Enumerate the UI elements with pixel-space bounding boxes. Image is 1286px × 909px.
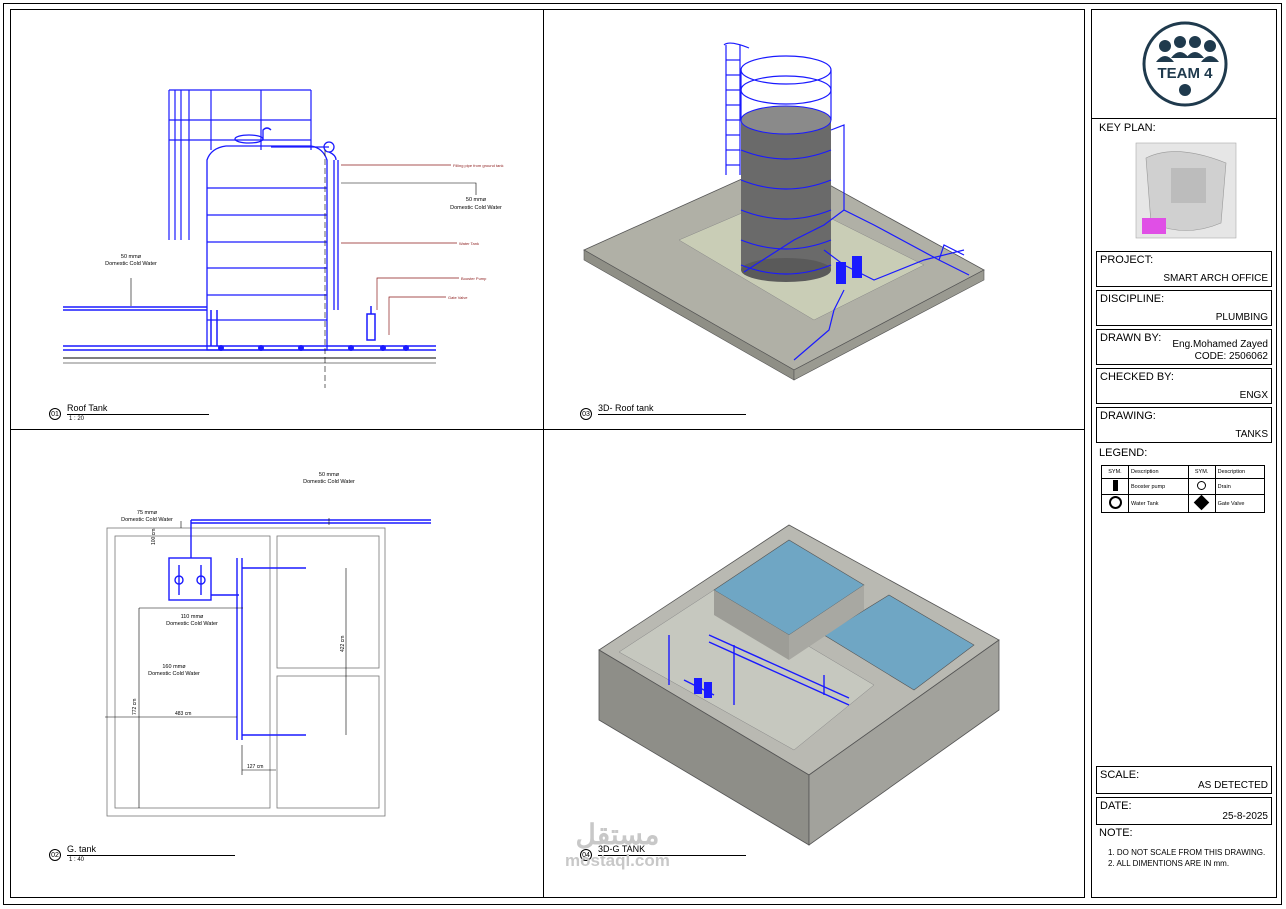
legend-header-sym: SYM. bbox=[1187, 465, 1216, 479]
project-box: PROJECT: SMART ARCH OFFICE bbox=[1096, 251, 1272, 287]
checked-by-box: CHECKED BY: ENGX bbox=[1096, 368, 1272, 404]
view-number-01: 01 bbox=[49, 408, 61, 420]
gt-dim-127: 127 cm bbox=[247, 764, 263, 770]
key-plan-box: KEY PLAN: bbox=[1096, 120, 1272, 248]
watermark-latin: mostaql.com bbox=[565, 851, 670, 870]
booster-pump-icon bbox=[1112, 480, 1118, 491]
gt-label-160mm-dcw: Domestic Cold Water bbox=[148, 671, 200, 677]
drawn-by-box: DRAWN BY: Eng.Mohamed Zayed CODE: 250606… bbox=[1096, 329, 1272, 365]
view-title-underline bbox=[67, 855, 235, 856]
gt-dim-100: 100 cm bbox=[151, 529, 157, 545]
date-label: DATE: bbox=[1100, 800, 1132, 812]
viewport-g-tank[interactable]: 50 mmø Domestic Cold Water 75 mmø Domest… bbox=[10, 429, 544, 898]
legend-desc: Booster pump bbox=[1128, 478, 1189, 495]
roof-label-50mm-left: 50 mmø bbox=[121, 254, 142, 260]
gt-label-110mm-dcw: Domestic Cold Water bbox=[166, 621, 218, 627]
view-scale-02: 1 : 40 bbox=[69, 857, 85, 863]
gt-label-110mm: 110 mmø bbox=[181, 614, 204, 620]
view-title-roof-tank: Roof Tank bbox=[67, 403, 108, 413]
logo-text: TEAM 4 bbox=[1157, 65, 1213, 82]
drain-icon bbox=[1197, 481, 1207, 490]
roof-label-dcw-right: Domestic Cold Water bbox=[450, 205, 502, 211]
note-label: NOTE: bbox=[1099, 827, 1133, 839]
callout-gate-valve: Gate Valve bbox=[448, 295, 468, 300]
scale-box: SCALE: AS DETECTED bbox=[1096, 766, 1272, 794]
legend-desc: Drain bbox=[1214, 478, 1266, 495]
legend-header-sym: SYM. bbox=[1101, 465, 1129, 479]
3d-roof-tank-drawing bbox=[583, 42, 985, 381]
title-block: TEAM 4 KEY PLAN: PROJECT: SMART ARCH OFF… bbox=[1091, 9, 1277, 898]
view-number-03: 03 bbox=[580, 408, 592, 420]
gt-label-160mm: 160 mmø bbox=[162, 664, 186, 670]
roof-label-dcw-left: Domestic Cold Water bbox=[105, 261, 157, 267]
key-plan-thumbnail bbox=[1135, 142, 1237, 239]
g-tank-plan-drawing: 50 mmø Domestic Cold Water 75 mmø Domest… bbox=[105, 472, 431, 817]
legend-header-desc: Description bbox=[1214, 465, 1266, 479]
discipline-value: PLUMBING bbox=[1215, 312, 1268, 323]
gate-valve-icon bbox=[1193, 494, 1210, 511]
scale-label: SCALE: bbox=[1100, 769, 1140, 781]
watermark-arabic: مستقل bbox=[575, 819, 660, 850]
gt-dim-422: 422 cm bbox=[340, 636, 346, 652]
note-item: 1. DO NOT SCALE FROM THIS DRAWING. bbox=[1108, 848, 1266, 857]
view-title-3d-roof-tank: 3D- Roof tank bbox=[598, 403, 654, 413]
discipline-box: DISCIPLINE: PLUMBING bbox=[1096, 290, 1272, 326]
checked-by-label: CHECKED BY: bbox=[1100, 371, 1174, 383]
watermark: مستقل mostaql.com bbox=[565, 818, 670, 871]
discipline-label: DISCIPLINE: bbox=[1100, 293, 1165, 305]
checked-by-value: ENGX bbox=[1239, 390, 1268, 401]
view-title-underline bbox=[67, 414, 209, 415]
key-plan-label: KEY PLAN: bbox=[1099, 122, 1156, 134]
water-tank-icon bbox=[1108, 496, 1122, 509]
legend-desc: Gate Valve bbox=[1214, 494, 1266, 513]
legend-table: SYM. Description SYM. Description Booste… bbox=[1101, 465, 1266, 513]
gt-label-50mm-dcw: Domestic Cold Water bbox=[303, 479, 355, 485]
callout-filling-pipe: Filling pipe from ground tank bbox=[453, 163, 503, 168]
logo-box: TEAM 4 bbox=[1092, 10, 1276, 119]
drawn-by-label: DRAWN BY: bbox=[1100, 332, 1162, 344]
note-item: 2. ALL DIMENTIONS ARE IN mm. bbox=[1108, 859, 1230, 868]
view-scale-01: 1 : 20 bbox=[69, 416, 85, 422]
drawn-by-code: CODE: 2506062 bbox=[1194, 351, 1268, 362]
viewport-roof-tank[interactable]: 50 mmø Domestic Cold Water 50 mmø Domest… bbox=[10, 9, 544, 430]
roof-tank-drawing: 50 mmø Domestic Cold Water 50 mmø Domest… bbox=[63, 89, 503, 388]
roof-label-50mm-right: 50 mmø bbox=[466, 197, 487, 203]
drawn-by-value: Eng.Mohamed Zayed bbox=[1172, 339, 1268, 350]
view-title-underline bbox=[598, 414, 746, 415]
project-value: SMART ARCH OFFICE bbox=[1163, 273, 1268, 284]
date-value: 25-8-2025 bbox=[1222, 811, 1268, 822]
gt-label-75mm-dcw: Domestic Cold Water bbox=[121, 517, 173, 523]
gt-dim-483: 483 cm bbox=[175, 711, 191, 717]
callout-booster-pump: Booster Pump bbox=[461, 276, 487, 281]
gt-label-75mm: 75 mmø bbox=[137, 510, 158, 516]
project-label: PROJECT: bbox=[1100, 254, 1154, 266]
drawing-value: TANKS bbox=[1235, 429, 1268, 440]
drawing-box: DRAWING: TANKS bbox=[1096, 407, 1272, 443]
gt-dim-772: 772 cm bbox=[132, 699, 138, 715]
legend-label: LEGEND: bbox=[1099, 447, 1148, 459]
callout-water-tank: Water Tank bbox=[459, 241, 479, 246]
view-title-g-tank: G. tank bbox=[67, 844, 97, 854]
viewport-3d-roof-tank[interactable]: 03 3D- Roof tank bbox=[543, 9, 1085, 430]
drawing-label: DRAWING: bbox=[1100, 410, 1156, 422]
legend-header-desc: Description bbox=[1128, 465, 1189, 479]
legend-desc: Water Tank bbox=[1128, 494, 1189, 513]
gt-label-50mm: 50 mmø bbox=[319, 472, 340, 478]
date-box: DATE: 25-8-2025 bbox=[1096, 797, 1272, 825]
team-logo: TEAM 4 bbox=[1142, 21, 1228, 107]
view-number-02: 02 bbox=[49, 849, 61, 861]
scale-value: AS DETECTED bbox=[1197, 780, 1268, 791]
